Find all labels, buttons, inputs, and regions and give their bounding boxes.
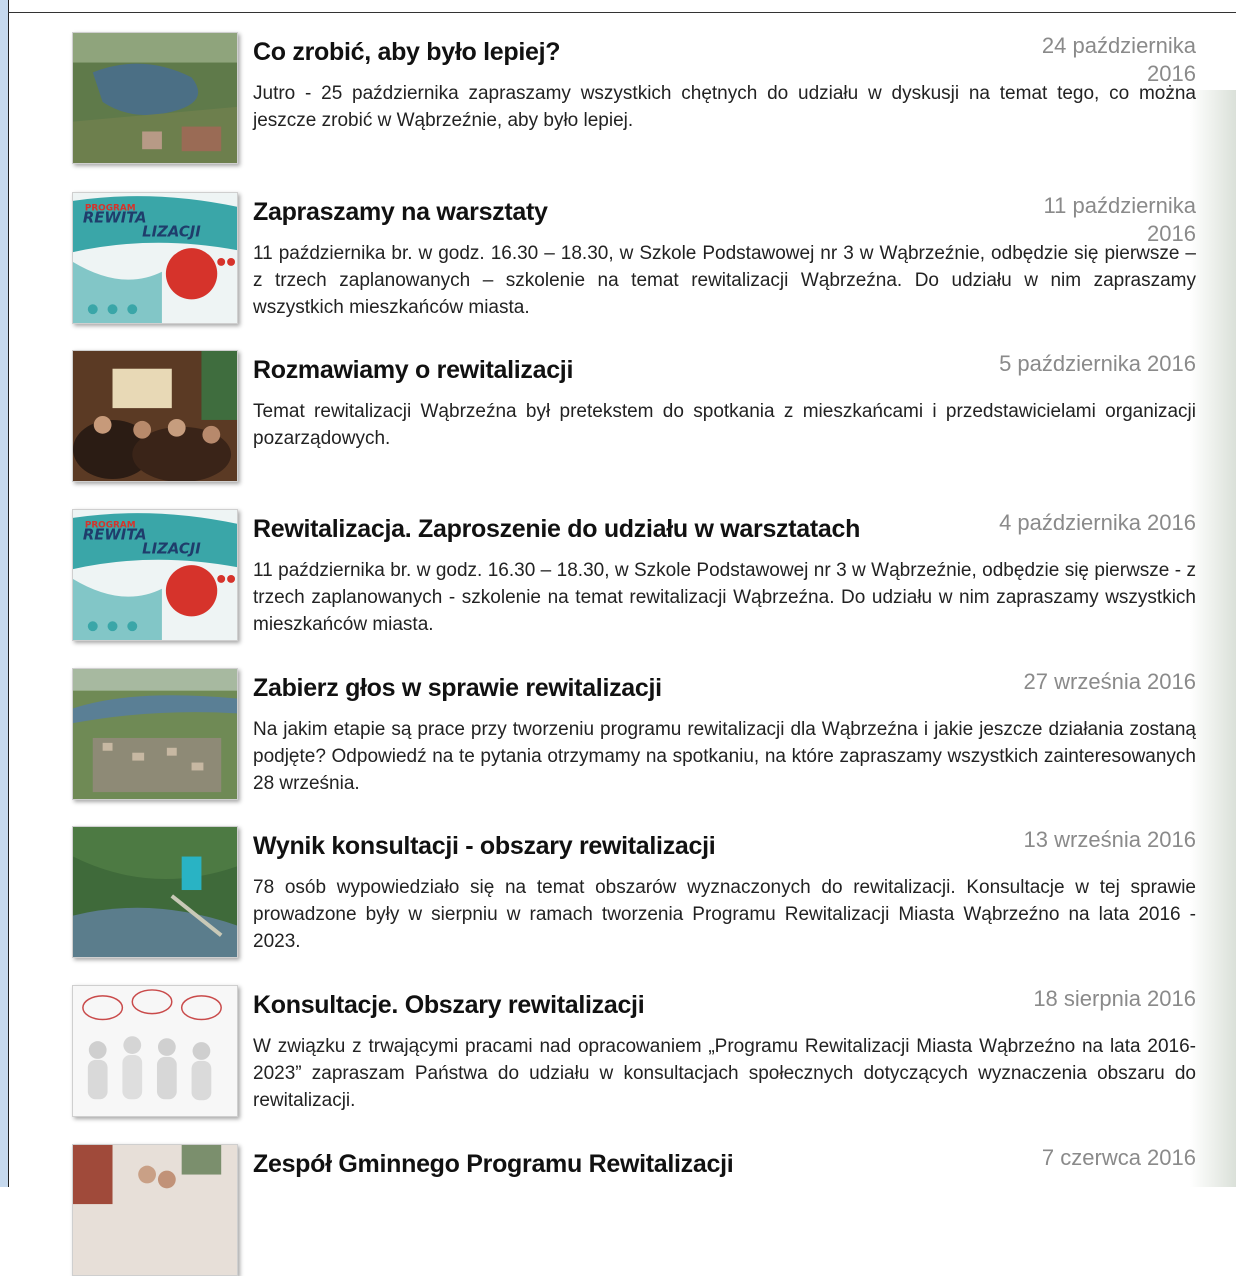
news-date: 7 czerwca 2016 (1041, 1145, 1196, 1170)
news-title[interactable]: Wynik konsultacji - obszary rewitalizacj… (253, 832, 953, 861)
news-excerpt: W związku z trwającymi pracami nad oprac… (253, 1036, 1196, 1111)
news-title[interactable]: Co zrobić, aby było lepiej? (253, 38, 953, 67)
news-thumbnail-lakeshore[interactable] (72, 826, 238, 958)
news-title[interactable]: Rewitalizacja. Zaproszenie do udziału w … (253, 515, 953, 544)
news-thumbnail-speech-bubbles[interactable] (72, 985, 238, 1117)
left-sidebar-strip (0, 0, 8, 1187)
news-date: 5 października 2016 (999, 351, 1196, 376)
news-thumbnail-aerial-town[interactable] (72, 668, 238, 800)
news-title[interactable]: Konsultacje. Obszary rewitalizacji (253, 991, 953, 1020)
news-excerpt: 78 osób wypowiedziało się na temat obsza… (253, 877, 1196, 952)
news-excerpt: 11 października br. w godz. 16.30 – 18.3… (253, 560, 1196, 635)
news-title[interactable]: Rozmawiamy o rewitalizacji (253, 356, 953, 385)
left-border-line (8, 0, 9, 1187)
news-thumbnail-poster[interactable]: PROGRAM REWITA LIZACJI (72, 509, 238, 641)
news-thumbnail-meeting[interactable] (72, 350, 238, 482)
news-date: 4 października 2016 (999, 510, 1196, 535)
news-excerpt: Temat rewitalizacji Wąbrzeźna był pretek… (253, 401, 1196, 449)
news-title[interactable]: Zapraszamy na warsztaty (253, 198, 953, 227)
news-date: 13 września 2016 (1023, 827, 1196, 852)
news-thumbnail-aerial-lake[interactable] (72, 32, 238, 164)
poster-text-rewita: REWITA (83, 527, 147, 544)
news-title[interactable]: Zespół Gminnego Programu Rewitalizacji (253, 1150, 953, 1179)
poster-text-lizacji: LIZACJI (142, 540, 201, 557)
poster-text-lizacji: LIZACJI (142, 223, 201, 240)
news-excerpt: Jutro - 25 października zapraszamy wszys… (253, 83, 1196, 131)
poster-text-rewita: REWITA (83, 210, 147, 227)
news-title[interactable]: Zabierz głos w sprawie rewitalizacji (253, 674, 953, 703)
news-thumbnail-poster[interactable]: PROGRAM REWITA LIZACJI (72, 192, 238, 324)
top-border-line (8, 12, 1236, 13)
news-excerpt: Na jakim etapie są prace przy tworzeniu … (253, 719, 1196, 794)
news-excerpt: 11 października br. w godz. 16.30 – 18.3… (253, 243, 1196, 318)
news-date: 18 sierpnia 2016 (1033, 986, 1196, 1011)
background-photo-fade (1190, 90, 1236, 1187)
news-date: 27 września 2016 (1023, 669, 1196, 694)
news-thumbnail-team-photo[interactable] (72, 1144, 238, 1276)
